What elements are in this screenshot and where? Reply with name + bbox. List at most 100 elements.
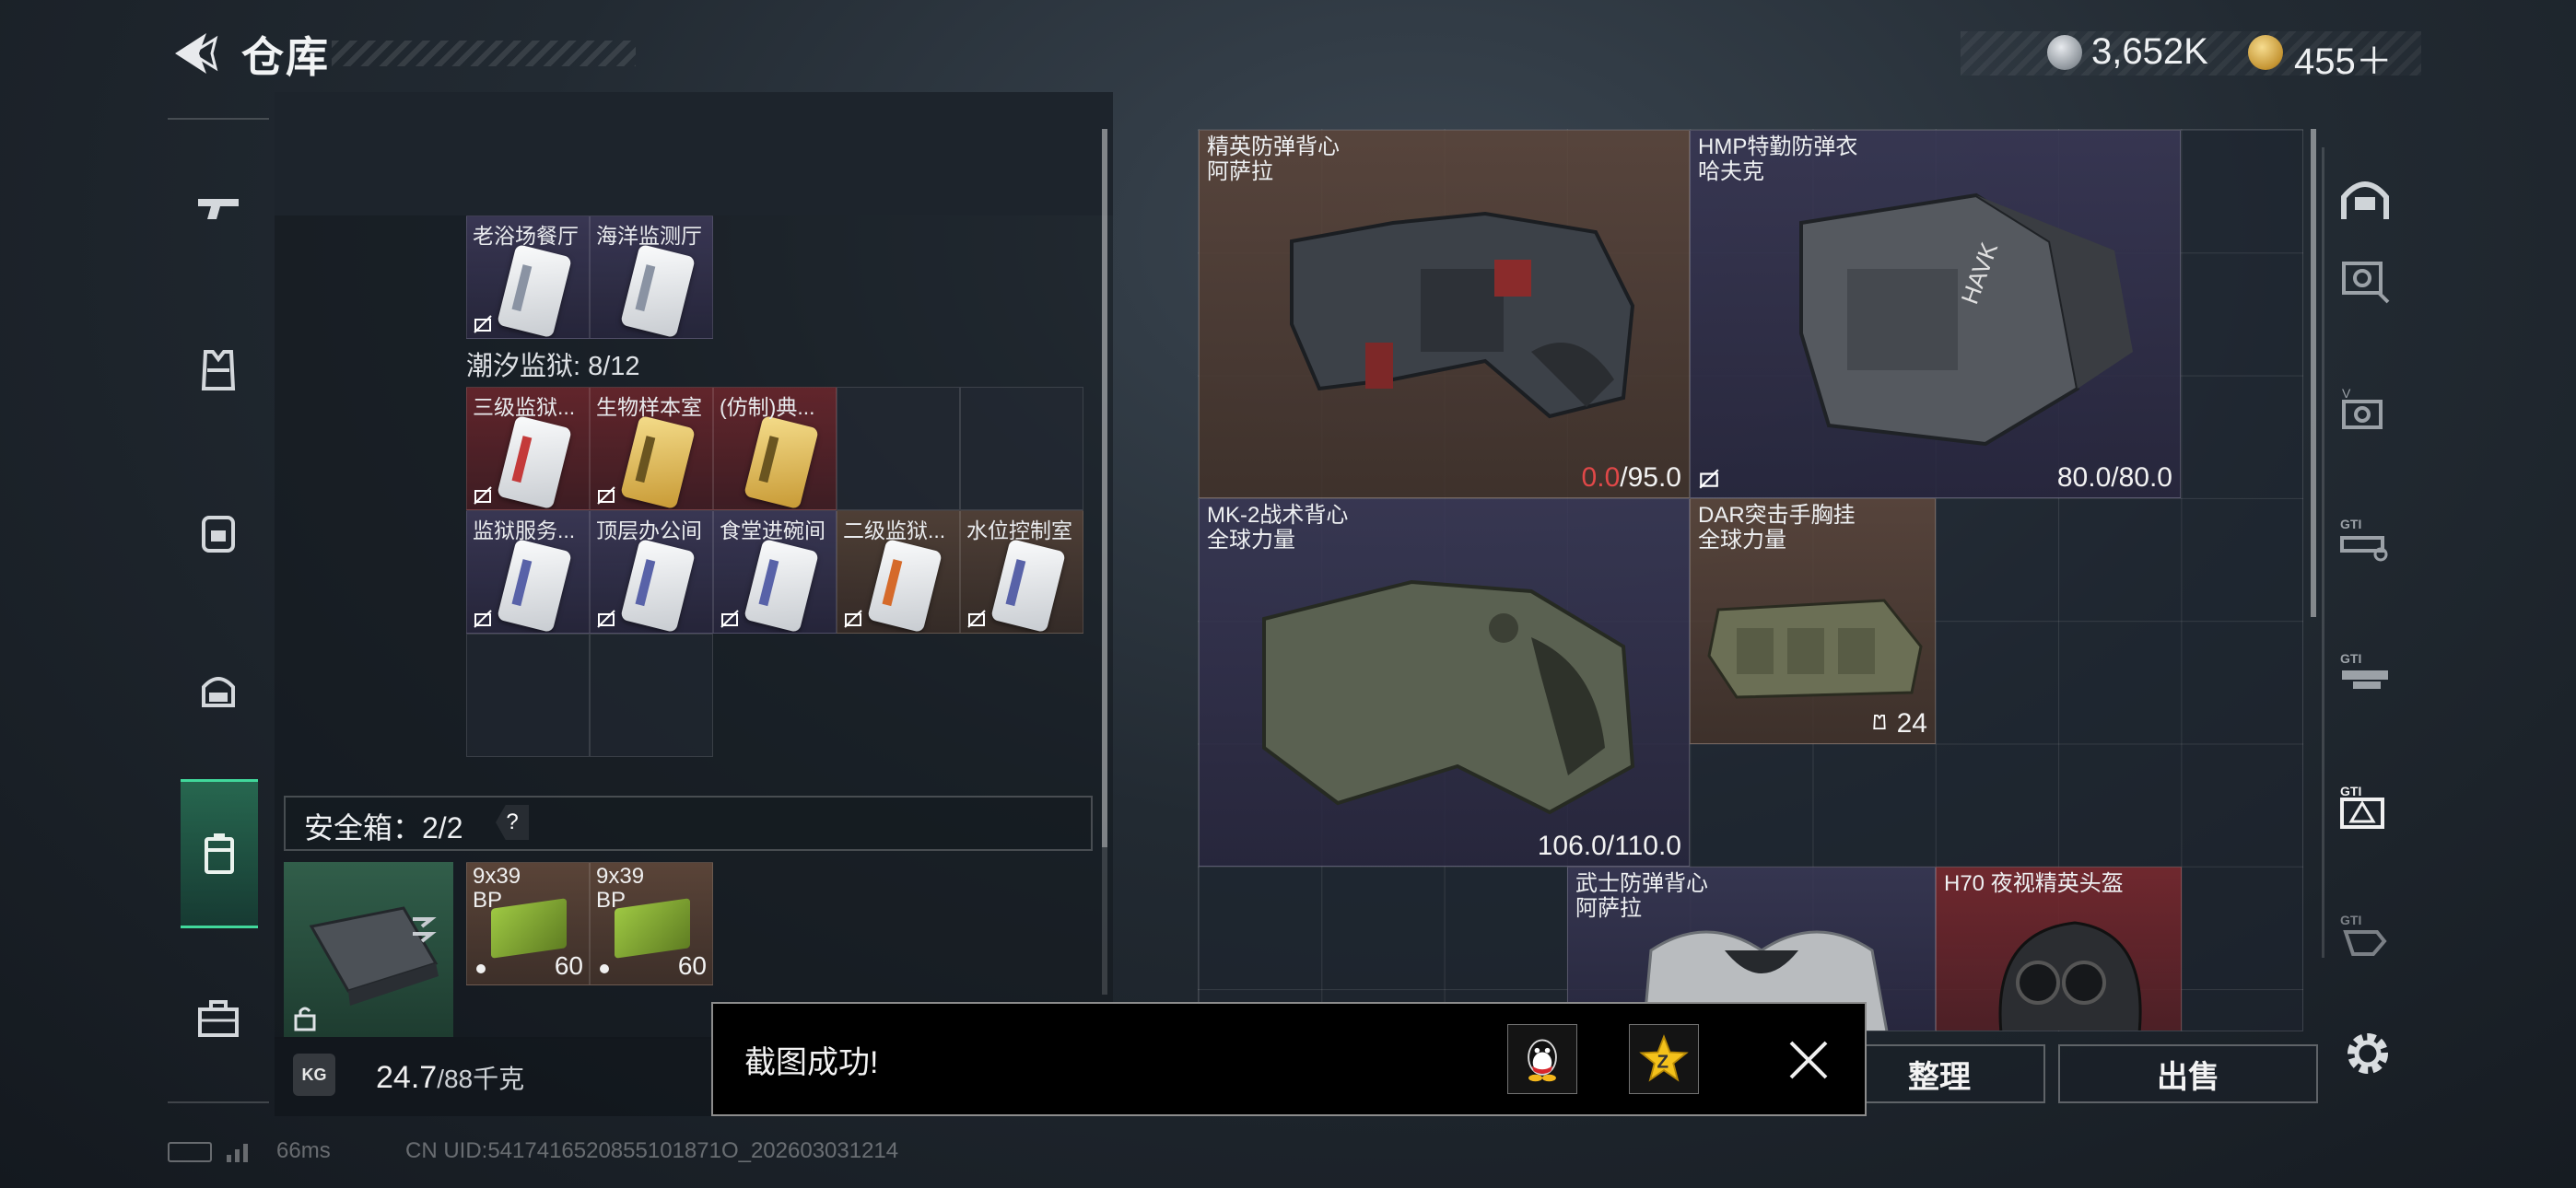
title-stripe-decoration <box>332 41 636 66</box>
sell-button[interactable]: 出售 <box>2058 1044 2318 1103</box>
nav-backpack[interactable] <box>168 468 269 597</box>
swap-icon <box>413 917 437 928</box>
keycard-item[interactable]: 三级监狱... <box>466 387 590 510</box>
unsellable-icon <box>597 610 615 628</box>
briefcase-icon <box>198 1000 239 1037</box>
stash-top-mask <box>275 92 1113 215</box>
safe-case-icon <box>205 833 234 874</box>
empty-slot[interactable] <box>590 634 713 757</box>
keycard-item[interactable]: 二级监狱... <box>837 510 960 634</box>
equipment-scrollbar[interactable] <box>2311 129 2316 617</box>
ammo-item[interactable]: 9x39 BP 60 <box>466 862 590 985</box>
nav-chest-rig[interactable] <box>168 626 269 755</box>
back-button[interactable] <box>168 26 223 81</box>
ping-readout: 66ms <box>276 1138 331 1163</box>
unsellable-icon <box>1699 469 1719 489</box>
page-title: 仓库 <box>241 33 330 81</box>
keycard-item[interactable]: 监狱服务... <box>466 510 590 634</box>
nav-briefcase[interactable] <box>168 954 269 1083</box>
share-qzone-button[interactable]: Z <box>1629 1024 1699 1094</box>
nav-safe-case[interactable] <box>181 779 258 928</box>
keycard-item[interactable]: (仿制)典... <box>713 387 837 510</box>
armor-vest-icon <box>201 350 236 390</box>
filter-vest[interactable] <box>2331 245 2399 313</box>
equipment-grid: 精英防弹背心 阿萨拉 0.0/95.0 HAVK HMP特勤防弹衣 哈夫克 80.0… <box>1198 129 2303 1031</box>
keycard-item[interactable]: 老浴场餐厅 <box>466 215 590 339</box>
money-balance[interactable]: 3,652K <box>2091 31 2208 73</box>
toast-message: 截图成功! <box>744 1045 879 1080</box>
gti-rifle-icon: GTI <box>2340 651 2388 689</box>
filter-vest-v[interactable]: V <box>2331 378 2399 446</box>
keycard-item[interactable]: 生物样本室 <box>590 387 713 510</box>
keycard-item[interactable]: 海洋监测厅 <box>590 215 713 339</box>
empty-slot[interactable] <box>466 634 590 757</box>
gold-coin-icon <box>2248 35 2283 70</box>
svg-text:V: V <box>2342 386 2351 401</box>
equipment-item[interactable]: MK-2战术背心 全球力量 106.0/110.0 <box>1199 498 1690 867</box>
empty-slot[interactable] <box>960 387 1083 510</box>
equipment-item[interactable]: 精英防弹背心 阿萨拉 0.0/95.0 <box>1199 130 1690 498</box>
weight-readout: 24.7/88千克 <box>376 1060 525 1095</box>
prison-section-title: 潮汐监狱: 8/12 <box>466 352 640 381</box>
gti-weapon-icon: GTI <box>2340 517 2388 562</box>
unsellable-icon <box>967 610 986 628</box>
filter-gti-hand[interactable]: GTI <box>2331 903 2399 971</box>
lock-icon <box>294 1007 316 1031</box>
chest-rig-image <box>1707 599 1923 699</box>
gti-hand-icon: GTI <box>2340 913 2387 956</box>
unsellable-icon <box>474 315 492 333</box>
filter-gti-warning[interactable]: GTI <box>2331 774 2399 842</box>
close-icon <box>1789 1041 1828 1079</box>
unsellable-icon <box>474 610 492 628</box>
qq-icon <box>1528 1039 1557 1082</box>
filter-helmet[interactable] <box>2331 164 2399 232</box>
settings-button[interactable] <box>2338 1024 2397 1083</box>
close-toast-button[interactable] <box>1778 1030 1839 1090</box>
filter-gti-rifle[interactable]: GTI <box>2331 641 2399 709</box>
helmet-bag-icon <box>202 677 235 707</box>
battery-icon <box>168 1142 212 1162</box>
share-qq-button[interactable] <box>1507 1024 1577 1094</box>
empty-slot[interactable] <box>837 387 960 510</box>
uid-readout: CN UID:5417416520855101871O_202603031214 <box>405 1138 899 1163</box>
keycard-item[interactable]: 水位控制室 <box>960 510 1083 634</box>
unsellable-icon <box>844 610 862 628</box>
premium-balance[interactable]: 455＋ <box>2294 31 2393 85</box>
unsellable-icon <box>597 486 615 505</box>
pistol-icon <box>198 199 239 219</box>
safe-box-label: 安全箱：2/2 <box>304 811 463 844</box>
vest-image <box>1262 579 1635 815</box>
ammo-item[interactable]: 9x39 BP 60 <box>590 862 713 985</box>
ammo-indicator <box>476 964 486 973</box>
helmet-icon <box>2341 181 2389 219</box>
safe-case-item[interactable] <box>284 862 453 1037</box>
svg-text:GTI: GTI <box>2340 784 2361 798</box>
ammo-indicator <box>600 964 609 973</box>
nav-weapons[interactable] <box>168 144 269 273</box>
filter-gti-weapon[interactable]: GTI <box>2331 507 2399 575</box>
nav-armor[interactable] <box>168 306 269 435</box>
qzone-icon: Z <box>1639 1034 1689 1082</box>
unsellable-icon <box>474 486 492 505</box>
vest-v-filter-icon: V <box>2342 386 2383 429</box>
equipment-item[interactable]: H70 夜视精英头盔 <box>1936 867 2182 1031</box>
weight-icon: KG <box>293 1054 335 1096</box>
keycard-item[interactable]: 顶层办公间 <box>590 510 713 634</box>
armor-vest-icon <box>1873 714 1886 730</box>
back-arrow-icon <box>175 33 218 74</box>
unsellable-icon <box>720 610 739 628</box>
gear-icon <box>2348 1033 2388 1074</box>
vest-image <box>1290 211 1635 419</box>
vest-image: HAVK <box>1799 192 2133 447</box>
equipment-item[interactable]: HAVK HMP特勤防弹衣 哈夫克 80.0/80.0 <box>1690 130 2181 498</box>
backpack-icon <box>202 516 235 553</box>
stash-scrollbar-thumb[interactable] <box>1102 129 1107 847</box>
silver-coin-icon <box>2047 35 2082 70</box>
keycard-item[interactable]: 食堂进碗间 <box>713 510 837 634</box>
svg-text:GTI: GTI <box>2340 913 2361 927</box>
equipment-item[interactable]: DAR突击手胸挂 全球力量 24 <box>1690 498 1936 744</box>
svg-text:GTI: GTI <box>2340 517 2361 531</box>
helmet-image <box>1998 921 2142 1031</box>
svg-text:GTI: GTI <box>2340 651 2361 666</box>
svg-text:Z: Z <box>1657 1051 1669 1072</box>
